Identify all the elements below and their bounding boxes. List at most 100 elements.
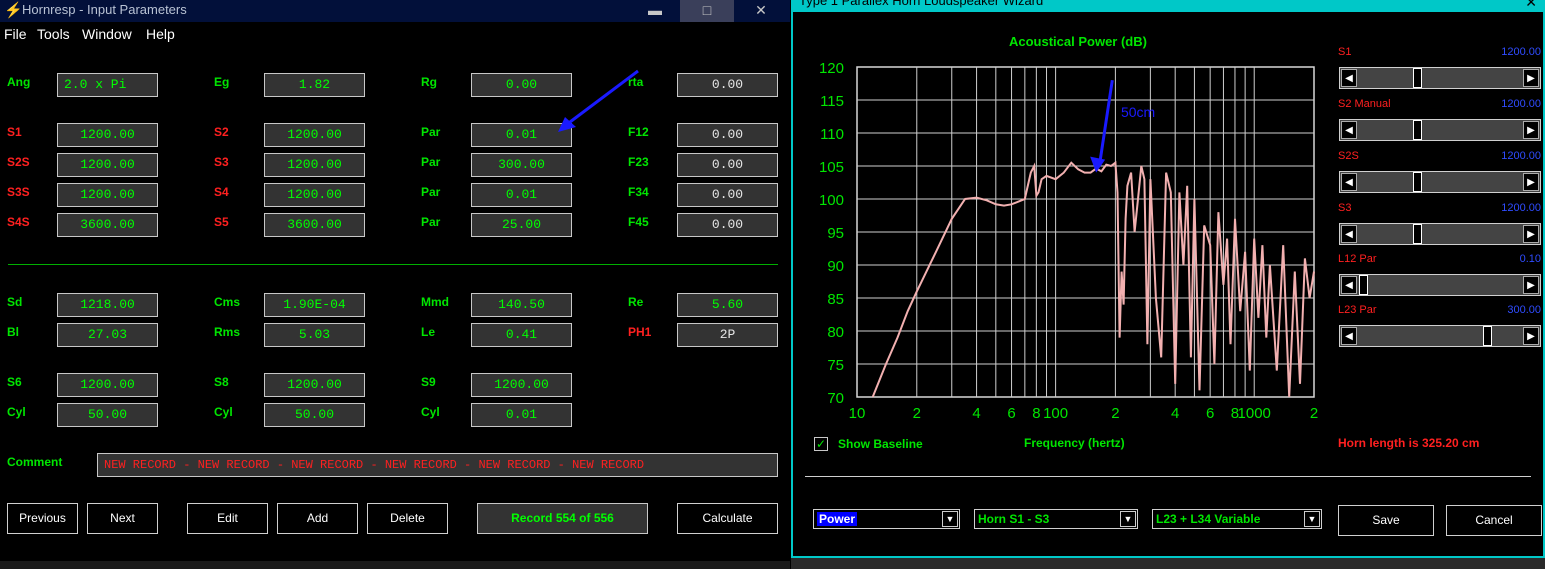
- menu-help[interactable]: Help: [146, 26, 175, 42]
- s5-field[interactable]: 3600.00: [264, 213, 365, 237]
- horn-length-label: Horn length is 325.20 cm: [1338, 436, 1480, 450]
- rms-field[interactable]: 5.03: [264, 323, 365, 347]
- le-field[interactable]: 0.41: [471, 323, 572, 347]
- variable-dropdown[interactable]: L23 + L34 Variable ▼: [1152, 509, 1322, 529]
- f23-field[interactable]: 0.00: [677, 153, 778, 177]
- calculate-button[interactable]: Calculate: [677, 503, 778, 534]
- minimize-button[interactable]: ▬: [628, 0, 682, 22]
- slider-thumb[interactable]: [1483, 326, 1492, 346]
- menu-file[interactable]: File: [4, 26, 27, 42]
- s9-field[interactable]: 1200.00: [471, 373, 572, 397]
- slider-thumb[interactable]: [1413, 120, 1423, 140]
- cms-field[interactable]: 1.90E-04: [264, 293, 365, 317]
- slider-thumb[interactable]: [1359, 275, 1368, 295]
- cyl1-field[interactable]: 50.00: [57, 403, 158, 427]
- slider-thumb[interactable]: [1413, 172, 1423, 192]
- slider-track[interactable]: ◀ ▶: [1339, 274, 1541, 296]
- chevron-left-icon[interactable]: ◀: [1341, 173, 1357, 191]
- s2s-field[interactable]: 1200.00: [57, 153, 158, 177]
- annotation-arrow: [558, 69, 639, 132]
- par2-field[interactable]: 300.00: [471, 153, 572, 177]
- chevron-down-icon[interactable]: ▼: [1120, 511, 1136, 527]
- par4-field[interactable]: 25.00: [471, 213, 572, 237]
- ang-field[interactable]: 2.0 x Pi: [57, 73, 158, 97]
- chevron-left-icon[interactable]: ◀: [1341, 327, 1357, 345]
- chevron-down-icon[interactable]: ▼: [942, 511, 958, 527]
- chevron-left-icon[interactable]: ◀: [1341, 121, 1357, 139]
- re-field[interactable]: 5.60: [677, 293, 778, 317]
- eg-field[interactable]: 1.82: [264, 73, 365, 97]
- cyl3-field[interactable]: 0.01: [471, 403, 572, 427]
- chevron-left-icon[interactable]: ◀: [1341, 276, 1357, 294]
- cancel-button[interactable]: Cancel: [1446, 505, 1542, 536]
- f34-label: F34: [628, 185, 649, 199]
- slider-track[interactable]: ◀ ▶: [1339, 119, 1541, 141]
- power-chart: 12011511010510095908580757010 2 4 6 8 100 2 4 6 8…: [819, 60, 1318, 422]
- wizard-close-button[interactable]: ✕: [1525, 0, 1537, 11]
- power-dropdown-value: Power: [817, 512, 858, 526]
- background-strip: [791, 558, 1545, 569]
- save-button[interactable]: Save: [1338, 505, 1434, 536]
- mmd-field[interactable]: 140.50: [471, 293, 572, 317]
- x-tick-label: 100: [1043, 405, 1068, 422]
- par3-field[interactable]: 0.01: [471, 183, 572, 207]
- comment-field[interactable]: NEW RECORD - NEW RECORD - NEW RECORD - N…: [97, 453, 778, 477]
- edit-button[interactable]: Edit: [187, 503, 268, 534]
- divider-line: [805, 476, 1531, 477]
- slider-thumb[interactable]: [1413, 224, 1423, 244]
- x-tick-label: 2: [1111, 405, 1119, 422]
- chevron-right-icon[interactable]: ▶: [1523, 327, 1539, 345]
- s3s-field[interactable]: 1200.00: [57, 183, 158, 207]
- chevron-left-icon[interactable]: ◀: [1341, 225, 1357, 243]
- s8-field[interactable]: 1200.00: [264, 373, 365, 397]
- chevron-right-icon[interactable]: ▶: [1523, 69, 1539, 87]
- maximize-button[interactable]: □: [680, 0, 734, 22]
- horn-dropdown[interactable]: Horn S1 - S3 ▼: [974, 509, 1138, 529]
- ph1-field[interactable]: 2P: [677, 323, 778, 347]
- s2-field[interactable]: 1200.00: [264, 123, 365, 147]
- s4-field[interactable]: 1200.00: [264, 183, 365, 207]
- chevron-left-icon[interactable]: ◀: [1341, 69, 1357, 87]
- y-tick-label: 90: [827, 258, 844, 275]
- chevron-right-icon[interactable]: ▶: [1523, 121, 1539, 139]
- slider-track[interactable]: ◀ ▶: [1339, 171, 1541, 193]
- y-tick-label: 120: [819, 60, 844, 77]
- delete-button[interactable]: Delete: [367, 503, 448, 534]
- menu-window[interactable]: Window: [82, 26, 132, 42]
- slider-track[interactable]: ◀ ▶: [1339, 223, 1541, 245]
- slider-track[interactable]: ◀ ▶: [1339, 325, 1541, 347]
- chevron-down-icon[interactable]: ▼: [1304, 511, 1320, 527]
- s1-field[interactable]: 1200.00: [57, 123, 158, 147]
- mmd-label: Mmd: [421, 295, 449, 309]
- previous-button[interactable]: Previous: [7, 503, 78, 534]
- s1-label: S1: [7, 125, 22, 139]
- bl-field[interactable]: 27.03: [57, 323, 158, 347]
- s4s-field[interactable]: 3600.00: [57, 213, 158, 237]
- horn-dropdown-value: Horn S1 - S3: [978, 512, 1050, 526]
- slider-label: S3: [1338, 202, 1352, 214]
- f34-field[interactable]: 0.00: [677, 183, 778, 207]
- menu-tools[interactable]: Tools: [37, 26, 70, 42]
- x-tick-label: 4: [1171, 405, 1179, 422]
- f12-field[interactable]: 0.00: [677, 123, 778, 147]
- chevron-right-icon[interactable]: ▶: [1523, 276, 1539, 294]
- close-button[interactable]: ✕: [734, 0, 788, 22]
- sd-field[interactable]: 1218.00: [57, 293, 158, 317]
- add-button[interactable]: Add: [277, 503, 358, 534]
- chevron-right-icon[interactable]: ▶: [1523, 225, 1539, 243]
- next-button[interactable]: Next: [87, 503, 158, 534]
- f45-field[interactable]: 0.00: [677, 213, 778, 237]
- s3-field[interactable]: 1200.00: [264, 153, 365, 177]
- slider-value: 1200.00: [1501, 46, 1541, 58]
- power-dropdown[interactable]: Power ▼: [813, 509, 960, 529]
- show-baseline-checkbox[interactable]: ✓: [814, 437, 828, 451]
- chevron-right-icon[interactable]: ▶: [1523, 173, 1539, 191]
- y-tick-label: 110: [820, 126, 844, 143]
- rta-field[interactable]: 0.00: [677, 73, 778, 97]
- cyl2-field[interactable]: 50.00: [264, 403, 365, 427]
- slider-track[interactable]: ◀ ▶: [1339, 67, 1541, 89]
- slider-thumb[interactable]: [1413, 68, 1423, 88]
- s6-field[interactable]: 1200.00: [57, 373, 158, 397]
- slider-label: S2S: [1338, 150, 1359, 162]
- x-tick-label: 8: [1032, 405, 1040, 422]
